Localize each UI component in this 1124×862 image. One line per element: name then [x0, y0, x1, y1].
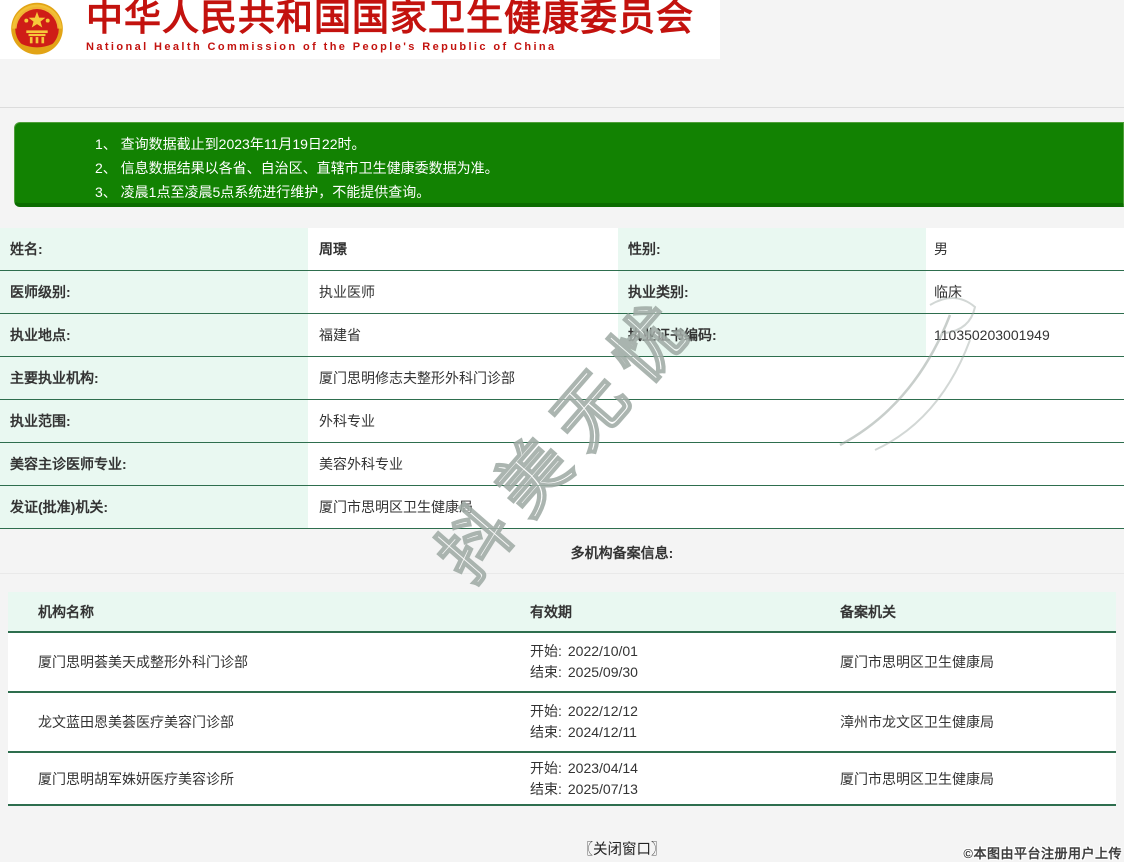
notice-box: 1、 查询数据截止到2023年11月19日22时。 2、 信息数据结果以各省、自…: [14, 122, 1124, 207]
org-authority: 厦门市思明区卫生健康局: [832, 769, 1116, 789]
org-table-row: 龙文蓝田恩美荟医疗美容门诊部 开始: 2022/12/12 结束: 2024/12/…: [8, 693, 1116, 753]
field-value-practice-scope: 外科专业: [310, 400, 1124, 442]
start-date: 2022/12/12: [568, 703, 638, 719]
china-national-emblem-icon: [8, 1, 66, 58]
field-label-practice-place: 执业地点:: [0, 314, 310, 356]
field-label-certificate-no: 执业证书编码:: [618, 314, 928, 356]
table-row: 医师级别: 执业医师 执业类别: 临床: [0, 271, 1124, 314]
org-name: 龙文蓝田恩美荟医疗美容门诊部: [8, 712, 522, 732]
end-date-label: 结束:: [530, 724, 562, 740]
field-value-doctor-level: 执业医师: [310, 271, 618, 313]
org-name: 厦门思明荟美天成整形外科门诊部: [8, 652, 522, 672]
table-row: 美容主诊医师专业: 美容外科专业: [0, 443, 1124, 486]
field-label-practice-type: 执业类别:: [618, 271, 928, 313]
site-title-english: National Health Commission of the People…: [86, 40, 694, 54]
org-authority: 厦门市思明区卫生健康局: [832, 652, 1116, 672]
end-date: 2024/12/11: [568, 724, 637, 740]
doctor-info-table: 姓名: 周璟 性别: 男 医师级别: 执业医师 执业类别: 临床 执业地点: 福…: [0, 228, 1124, 529]
org-validity: 开始: 2022/12/12 结束: 2024/12/11: [522, 701, 832, 743]
table-row: 发证(批准)机关: 厦门市思明区卫生健康局: [0, 486, 1124, 529]
start-date-label: 开始:: [530, 760, 562, 776]
field-value-issuing-authority: 厦门市思明区卫生健康局: [310, 486, 1124, 528]
org-table-header: 机构名称 有效期 备案机关: [8, 592, 1116, 633]
multi-org-section-title: 多机构备案信息:: [0, 543, 1124, 563]
start-date-label: 开始:: [530, 703, 562, 719]
start-date-label: 开始:: [530, 643, 562, 659]
column-header-validity: 有效期: [522, 602, 832, 622]
field-label-issuing-authority: 发证(批准)机关:: [0, 486, 310, 528]
column-header-org-name: 机构名称: [8, 602, 522, 622]
close-window-link[interactable]: 〖关闭窗口〗: [0, 838, 1124, 859]
notice-line-2: 2、 信息数据结果以各省、自治区、直辖市卫生健康委数据为准。: [95, 156, 1123, 180]
start-date: 2023/04/14: [568, 760, 638, 776]
table-row: 执业范围: 外科专业: [0, 400, 1124, 443]
table-row: 姓名: 周璟 性别: 男: [0, 228, 1124, 271]
start-date: 2022/10/01: [568, 643, 638, 659]
end-date: 2025/09/30: [568, 664, 638, 680]
field-value-cosmetic-specialty: 美容外科专业: [310, 443, 1124, 485]
org-name: 厦门思明胡军姝妍医疗美容诊所: [8, 769, 522, 789]
org-table-row: 厦门思明荟美天成整形外科门诊部 开始: 2022/10/01 结束: 2025/09…: [8, 633, 1116, 693]
table-row: 主要执业机构: 厦门思明修志夫整形外科门诊部: [0, 357, 1124, 400]
field-value-name: 周璟: [310, 228, 618, 270]
notice-line-1: 1、 查询数据截止到2023年11月19日22时。: [95, 132, 1123, 156]
end-date: 2025/07/13: [568, 781, 638, 797]
end-date-label: 结束:: [530, 781, 562, 797]
field-label-cosmetic-specialty: 美容主诊医师专业:: [0, 443, 310, 485]
field-value-main-institution: 厦门思明修志夫整形外科门诊部: [310, 357, 1124, 399]
column-header-authority: 备案机关: [832, 602, 1116, 622]
notice-line-3: 3、 凌晨1点至凌晨5点系统进行维护，不能提供查询。: [95, 180, 1123, 204]
section-divider: [0, 573, 1124, 574]
table-row: 执业地点: 福建省 执业证书编码: 110350203001949: [0, 314, 1124, 357]
multi-org-table: 机构名称 有效期 备案机关 厦门思明荟美天成整形外科门诊部 开始: 2022/10…: [8, 592, 1116, 806]
header-divider: [0, 107, 1124, 108]
field-label-doctor-level: 医师级别:: [0, 271, 310, 313]
field-value-certificate-no: 110350203001949: [928, 314, 1124, 356]
field-label-main-institution: 主要执业机构:: [0, 357, 310, 399]
field-value-gender: 男: [928, 228, 1124, 270]
field-value-practice-place: 福建省: [310, 314, 618, 356]
header-titles: 中华人民共和国国家卫生健康委员会 National Health Commiss…: [86, 0, 694, 54]
org-validity: 开始: 2022/10/01 结束: 2025/09/30: [522, 641, 832, 683]
field-label-name: 姓名:: [0, 228, 310, 270]
site-title-chinese: 中华人民共和国国家卫生健康委员会: [86, 0, 694, 39]
org-validity: 开始: 2023/04/14 结束: 2025/07/13: [522, 758, 832, 800]
field-value-practice-type: 临床: [928, 271, 1124, 313]
org-authority: 漳州市龙文区卫生健康局: [832, 712, 1116, 732]
end-date-label: 结束:: [530, 664, 562, 680]
header-band: 中华人民共和国国家卫生健康委员会 National Health Commiss…: [0, 0, 720, 59]
field-label-gender: 性别:: [618, 228, 928, 270]
org-table-row: 厦门思明胡军姝妍医疗美容诊所 开始: 2023/04/14 结束: 2025/07/…: [8, 753, 1116, 806]
upload-credit-text: ©本图由平台注册用户上传: [963, 843, 1122, 862]
field-label-practice-scope: 执业范围:: [0, 400, 310, 442]
